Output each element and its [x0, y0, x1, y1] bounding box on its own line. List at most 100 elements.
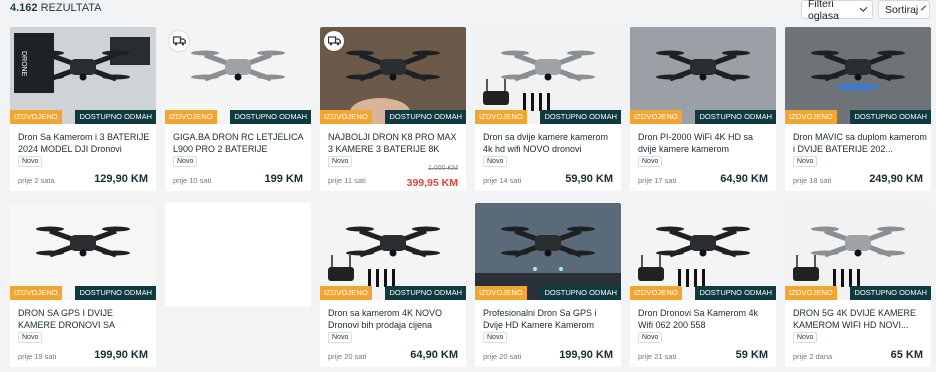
featured-badge: IZDVOJENO [10, 286, 62, 300]
results-toolbar: 4.162 REZULTATA Filteri oglasa Sortiraj [0, 0, 936, 22]
featured-badge: IZDVOJENO [630, 110, 682, 124]
listing-price: 59 KM [735, 349, 768, 361]
available-badge: DOSTUPNO ODMAH [75, 286, 156, 300]
condition-badge: Novo [638, 156, 663, 167]
condition-badge: Novo [793, 156, 818, 167]
condition-badge: Novo [638, 332, 663, 343]
condition-badge: Novo [483, 156, 508, 167]
listing-image[interactable]: IZDVOJENO DOSTUPNO ODMAH [320, 27, 466, 124]
listing-price: 199 KM [264, 173, 303, 185]
listing-price: 65 KM [890, 349, 923, 361]
listing-card[interactable]: IZDVOJENO DOSTUPNO ODMAH GIGA.BA DRON RC L… [165, 27, 311, 191]
listing-age: prije 20 sati [328, 352, 367, 361]
listing-title[interactable]: Dron Sa Kamerom i 3 BATERIJE 2024 MODEL … [18, 131, 152, 155]
delivery-truck-icon [324, 31, 344, 51]
featured-badge: IZDVOJENO [630, 286, 682, 300]
condition-badge: Novo [173, 156, 198, 167]
featured-badge: IZDVOJENO [785, 110, 837, 124]
listing-image[interactable]: IZDVOJENO DOSTUPNO ODMAH [630, 203, 776, 300]
listing-price: 59,90 KM [565, 173, 613, 185]
listing-card[interactable]: IZDVOJENO DOSTUPNO ODMAH Dron MAVIC sa dup… [785, 27, 931, 191]
condition-badge: Novo [483, 332, 508, 343]
listing-card[interactable]: IZDVOJENO DOSTUPNO ODMAH DRON SA GPS I DVI… [10, 203, 156, 367]
chevron-down-icon [859, 4, 868, 12]
listing-image[interactable]: IZDVOJENO DOSTUPNO ODMAH [785, 203, 931, 300]
listing-age: prije 18 sati [793, 176, 832, 185]
featured-badge: IZDVOJENO [320, 286, 372, 300]
listing-image[interactable]: IZDVOJENO DOSTUPNO ODMAH [165, 27, 311, 124]
condition-badge: Novo [793, 332, 818, 343]
listing-title[interactable]: Dron sa kamerom 4K NOVO Dronovi bih prod… [328, 307, 462, 331]
available-badge: DOSTUPNO ODMAH [850, 110, 931, 124]
listing-title[interactable]: DRON SA GPS I DVIJE KAMERE DRONOVI SA KA… [18, 307, 152, 331]
listing-card[interactable]: IZDVOJENO DOSTUPNO ODMAH Profesionalni Dro… [475, 203, 621, 367]
condition-badge: Novo [18, 156, 43, 167]
available-badge: DOSTUPNO ODMAH [75, 110, 156, 124]
listing-title[interactable]: NAJBOLJI DRON K8 PRO MAX 3 KAMERE 3 BATE… [328, 131, 462, 155]
listing-title[interactable]: DRON 5G 4K DVIJE KAMERE KAMEROM WIFI HD … [793, 307, 927, 331]
listing-price: 129,90 KM [94, 173, 148, 185]
featured-badge: IZDVOJENO [10, 110, 62, 124]
available-badge: DOSTUPNO ODMAH [540, 286, 621, 300]
listing-card[interactable]: IZDVOJENO DOSTUPNO ODMAH Dron sa kamerom 4… [320, 203, 466, 367]
available-badge: DOSTUPNO ODMAH [540, 110, 621, 124]
results-count: 4.162 REZULTATA [10, 2, 102, 14]
listing-title[interactable]: Dron PI-2000 WiFi 4K HD sa dvije kamere … [638, 131, 772, 155]
listing-title[interactable]: Dron sa dvije kamere kamerom 4k hd wifi … [483, 131, 617, 155]
listing-title[interactable]: Dron Dronovi Sa Kamerom 4k Wifi 062 200 … [638, 307, 772, 331]
listing-image[interactable]: IZDVOJENO DOSTUPNO ODMAH [630, 27, 776, 124]
featured-badge: IZDVOJENO [165, 110, 217, 124]
listing-card[interactable]: IZDVOJENO DOSTUPNO ODMAH Dron PI-2000 WiFi… [630, 27, 776, 191]
listing-price: 199,90 KM [559, 349, 613, 361]
condition-badge: Novo [18, 332, 43, 343]
filter-label: Filteri oglasa [808, 0, 839, 22]
listing-age: prije 2 dana [793, 352, 833, 361]
listing-card[interactable]: DRONE IZDVOJENO DOSTUPNO ODMAH Dron Sa Kame… [10, 27, 156, 191]
svg-text:DRONE: DRONE [20, 51, 27, 77]
listing-image[interactable]: IZDVOJENO DOSTUPNO ODMAH [475, 203, 621, 300]
available-badge: DOSTUPNO ODMAH [850, 286, 931, 300]
sort-label: Sortiraj [885, 3, 919, 16]
listing-image[interactable]: IZDVOJENO DOSTUPNO ODMAH [320, 203, 466, 300]
listing-image[interactable]: IZDVOJENO DOSTUPNO ODMAH [475, 27, 621, 124]
listing-price: 249,90 KM [869, 173, 923, 185]
listing-card[interactable]: IZDVOJENO DOSTUPNO ODMAH Dron Dronovi Sa K… [630, 203, 776, 367]
listing-price: 64,90 KM [720, 173, 768, 185]
listing-card[interactable]: IZDVOJENO DOSTUPNO ODMAH NAJBOLJI DRON K8 … [320, 27, 466, 191]
listing-image[interactable]: DRONE IZDVOJENO DOSTUPNO ODMAH [10, 27, 156, 124]
listing-price: 199,90 KM [94, 349, 148, 361]
chevron-down-icon [921, 5, 927, 11]
listing-age: prije 19 sati [18, 352, 57, 361]
available-badge: DOSTUPNO ODMAH [230, 110, 311, 124]
filter-button[interactable]: Filteri oglasa [801, 0, 873, 22]
listing-title[interactable]: GIGA.BA DRON RC LETJELICA L900 PRO 2 BAT… [173, 131, 307, 155]
listing-age: prije 17 sati [638, 176, 677, 185]
listing-price: 64,90 KM [410, 349, 458, 361]
listing-age: prije 10 sati [173, 176, 212, 185]
available-badge: DOSTUPNO ODMAH [385, 286, 466, 300]
listing-age: prije 20 sati [483, 352, 522, 361]
available-badge: DOSTUPNO ODMAH [695, 110, 776, 124]
featured-badge: IZDVOJENO [475, 110, 527, 124]
listing-age: prije 2 sata [18, 176, 55, 185]
sort-button[interactable]: Sortiraj [878, 0, 930, 19]
listing-age: prije 21 sati [638, 352, 677, 361]
listing-card[interactable]: IZDVOJENO DOSTUPNO ODMAH Dron sa dvije kam… [475, 27, 621, 191]
listing-image[interactable]: IZDVOJENO DOSTUPNO ODMAH [10, 203, 156, 300]
old-price: 1.000 KM [428, 165, 458, 172]
listing-card[interactable]: IZDVOJENO DOSTUPNO ODMAH DRON 5G 4K DVIJE … [785, 203, 931, 367]
listing-age: prije 14 sati [483, 176, 522, 185]
listing-title[interactable]: Dron MAVIC sa duplom kamerom i DVIJE BAT… [793, 131, 927, 155]
listing-age: prije 11 sati [328, 176, 366, 185]
featured-badge: IZDVOJENO [785, 286, 837, 300]
featured-badge: IZDVOJENO [320, 110, 372, 124]
sale-price: 399,95 KM [406, 177, 458, 189]
available-badge: DOSTUPNO ODMAH [385, 110, 466, 124]
condition-badge: Novo [328, 156, 353, 167]
condition-badge: Novo [328, 332, 353, 343]
delivery-truck-icon [169, 31, 189, 51]
listing-title[interactable]: Profesionalni Dron Sa GPS i Dvije HD Kam… [483, 307, 617, 331]
empty-listing-slot [165, 203, 311, 307]
featured-badge: IZDVOJENO [475, 286, 527, 300]
listing-image[interactable]: IZDVOJENO DOSTUPNO ODMAH [785, 27, 931, 124]
